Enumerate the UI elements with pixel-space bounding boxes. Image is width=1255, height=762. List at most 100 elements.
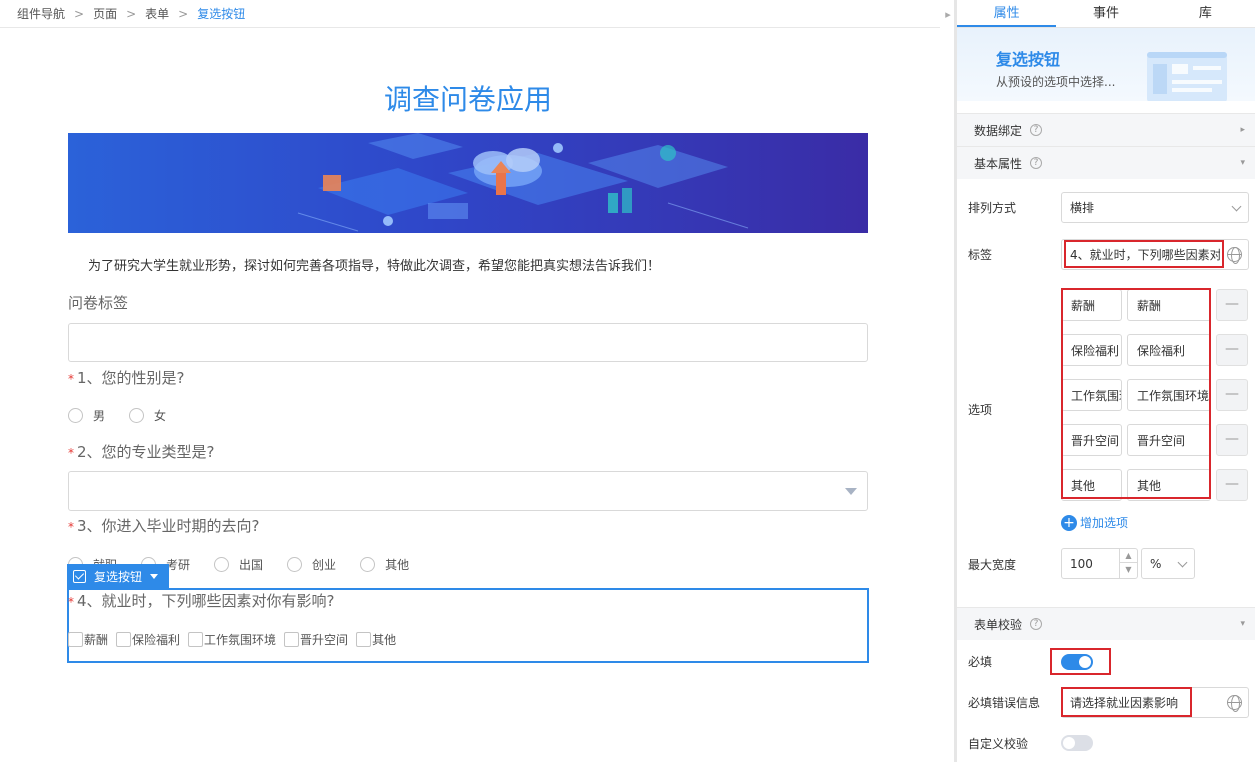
- remove-option-button[interactable]: —: [1216, 379, 1248, 411]
- radio-circle-icon[interactable]: [129, 408, 145, 423]
- section-title: 基本属性: [974, 156, 1023, 171]
- question-4-label: * 4、就业时，下列哪些因素对你有影响?: [68, 590, 335, 611]
- banner-image: [68, 133, 868, 233]
- radio-option-label: 考研: [166, 558, 191, 572]
- radio-option-male[interactable]: 男: [68, 407, 105, 424]
- question-1-radio-group: 男 女: [68, 407, 190, 424]
- unit-value: %: [1150, 556, 1162, 571]
- field-label-questionnaire: 问卷标签: [68, 294, 129, 312]
- breadcrumb-separator: >: [126, 6, 137, 21]
- question-2-label: * 2、您的专业类型是?: [68, 441, 215, 462]
- chevron-down-icon: ▾: [1240, 619, 1245, 629]
- radio-option-female[interactable]: 女: [129, 407, 166, 424]
- checkbox-option-salary[interactable]: 薪酬: [68, 631, 108, 648]
- breadcrumb-current: 复选按钮: [197, 7, 246, 21]
- question-1-label: * 1、您的性别是?: [68, 367, 185, 388]
- breadcrumb-separator: >: [74, 6, 85, 21]
- tab-events[interactable]: 事件: [1056, 0, 1155, 27]
- globe-icon[interactable]: [1227, 695, 1242, 712]
- panel-tabs: 属性 事件 库: [957, 0, 1255, 28]
- options-label: 选项: [968, 403, 993, 417]
- section-form-validation[interactable]: 表单校验 ? ▾: [957, 607, 1255, 640]
- checkbox-square-icon[interactable]: [116, 632, 132, 647]
- checkbox-option-label: 保险福利: [132, 633, 181, 647]
- questionnaire-tag-input[interactable]: [68, 323, 868, 362]
- max-width-input[interactable]: 100 ▲ ▼: [1061, 548, 1138, 579]
- checkbox-square-icon[interactable]: [284, 632, 300, 647]
- remove-option-button[interactable]: —: [1216, 424, 1248, 456]
- radio-option-label: 女: [154, 409, 167, 423]
- add-option-label: 增加选项: [1080, 516, 1129, 530]
- checkbox-option-label: 工作氛围环境: [204, 633, 277, 647]
- breadcrumb: 组件导航 > 页面 > 表单 > 复选按钮: [0, 0, 940, 28]
- chevron-right-icon: ▸: [1240, 125, 1245, 135]
- checkbox-option-environment[interactable]: 工作氛围环境: [188, 631, 276, 648]
- required-label: 必填: [968, 655, 993, 669]
- stepper-up-icon[interactable]: ▲: [1120, 549, 1137, 563]
- breadcrumb-item-form[interactable]: 表单: [145, 5, 169, 22]
- component-description: 从预设的选项中选择...: [996, 75, 1116, 89]
- globe-icon[interactable]: [1227, 247, 1242, 264]
- breadcrumb-item-page[interactable]: 页面: [93, 5, 117, 22]
- radio-circle-icon[interactable]: [68, 408, 83, 423]
- checkbox-option-label: 其他: [372, 633, 397, 647]
- required-mark: *: [68, 372, 74, 386]
- layout-select[interactable]: 横排: [1061, 192, 1249, 223]
- layout-value: 横排: [1070, 201, 1095, 215]
- question-3-label: * 3、你进入毕业时期的去向?: [68, 515, 260, 536]
- number-stepper[interactable]: ▲ ▼: [1119, 549, 1137, 578]
- max-width-label: 最大宽度: [968, 558, 1017, 572]
- dropdown-arrow-icon[interactable]: [150, 573, 159, 579]
- remove-option-button[interactable]: —: [1216, 469, 1248, 501]
- checkbox-square-icon[interactable]: [68, 632, 83, 647]
- plus-circle-icon: +: [1061, 514, 1077, 531]
- required-mark: *: [68, 595, 74, 609]
- highlight-box: [1050, 648, 1111, 675]
- radio-option-label: 其他: [385, 558, 410, 572]
- component-info-card: 复选按钮 从预设的选项中选择...: [957, 28, 1255, 101]
- toggle-knob: [1063, 737, 1075, 749]
- selected-component-tag[interactable]: 复选按钮: [67, 564, 169, 588]
- checkbox-option-promotion[interactable]: 晋升空间: [284, 631, 348, 648]
- max-width-unit-select[interactable]: %: [1141, 548, 1195, 579]
- highlight-box: [1061, 288, 1211, 499]
- checkbox-option-other[interactable]: 其他: [356, 631, 396, 648]
- section-basic-properties[interactable]: 基本属性 ? ▾: [957, 146, 1255, 179]
- form-title: 调查问卷应用: [383, 83, 552, 116]
- radio-circle-icon[interactable]: [287, 557, 303, 572]
- checkbox-square-icon[interactable]: [188, 632, 204, 647]
- chevron-down-icon: [1177, 557, 1188, 568]
- breadcrumb-item-component-nav[interactable]: 组件导航: [17, 5, 65, 22]
- custom-validation-toggle[interactable]: [1061, 735, 1093, 751]
- add-option-button[interactable]: + 增加选项: [1061, 514, 1128, 531]
- help-icon[interactable]: ?: [1030, 157, 1043, 169]
- radio-option-startup[interactable]: 创业: [287, 556, 336, 573]
- help-icon[interactable]: ?: [1030, 124, 1043, 136]
- radio-circle-icon[interactable]: [360, 557, 376, 572]
- tab-properties[interactable]: 属性: [957, 0, 1057, 27]
- required-mark: *: [68, 520, 74, 534]
- checkbox-square-icon[interactable]: [356, 632, 372, 647]
- radio-option-abroad[interactable]: 出国: [214, 556, 263, 573]
- remove-option-button[interactable]: —: [1216, 334, 1248, 366]
- tab-library[interactable]: 库: [1156, 0, 1255, 27]
- question-2-text: 2、您的专业类型是?: [77, 443, 215, 461]
- radio-circle-icon[interactable]: [214, 557, 230, 572]
- help-icon[interactable]: ?: [1030, 618, 1043, 630]
- major-type-select[interactable]: [68, 471, 868, 511]
- breadcrumb-separator: >: [178, 6, 189, 21]
- checkbox-option-insurance[interactable]: 保险福利: [116, 631, 180, 648]
- radio-option-label: 男: [93, 409, 106, 423]
- tag-label: 标签: [968, 248, 993, 262]
- required-mark: *: [68, 446, 74, 460]
- section-data-binding[interactable]: 数据绑定 ? ▸: [957, 113, 1255, 146]
- component-illustration-icon: [1147, 52, 1227, 101]
- highlight-box: [1064, 240, 1224, 268]
- chevron-down-icon: ▾: [1240, 158, 1245, 168]
- stepper-down-icon[interactable]: ▼: [1120, 563, 1137, 577]
- radio-option-label: 出国: [239, 558, 264, 572]
- remove-option-button[interactable]: —: [1216, 289, 1248, 321]
- radio-option-other[interactable]: 其他: [360, 556, 409, 573]
- selected-component-name: 复选按钮: [94, 569, 143, 584]
- question-4-checkbox-group: 薪酬 保险福利 工作氛围环境 晋升空间 其他: [68, 631, 404, 648]
